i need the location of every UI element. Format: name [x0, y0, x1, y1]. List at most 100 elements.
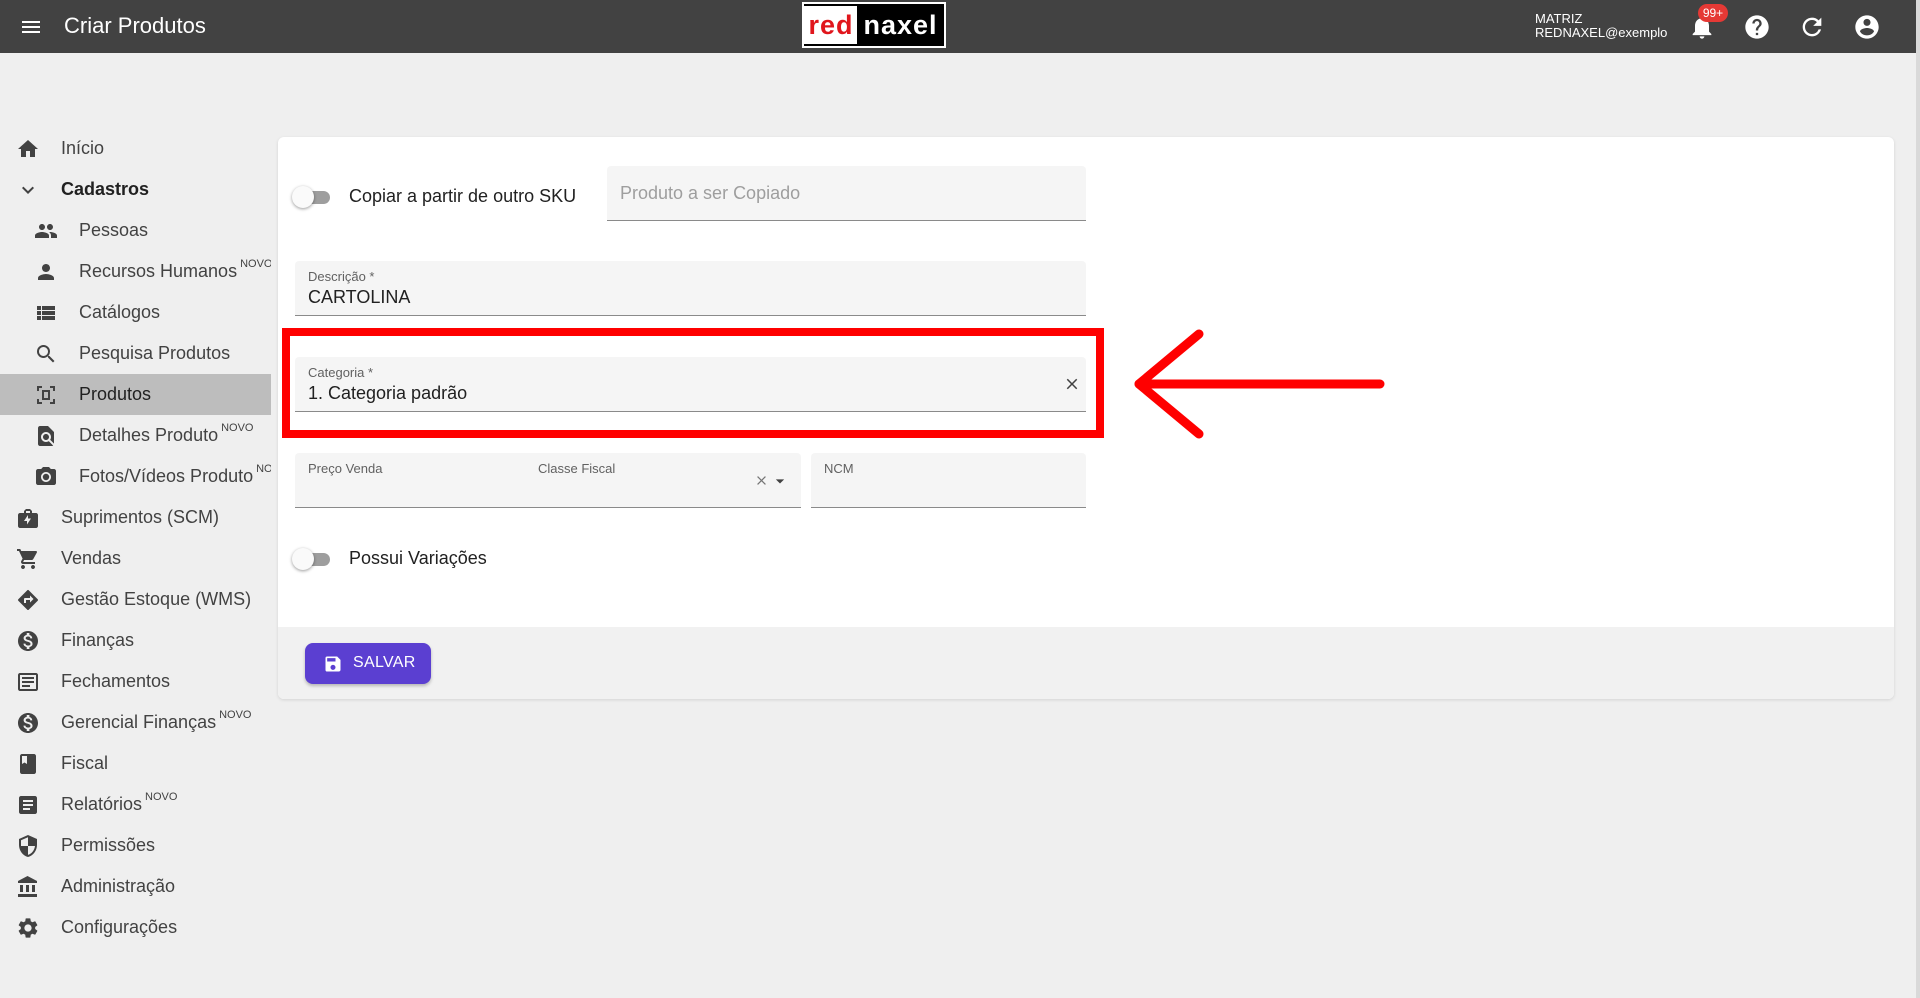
- sidebar-item-produtos[interactable]: Produtos: [0, 374, 271, 415]
- possui-variacoes-label: Possui Variações: [349, 548, 487, 568]
- directions-icon: [18, 589, 39, 610]
- receipt-icon: [18, 673, 38, 691]
- sidebar-item-label: Gestão Estoque (WMS): [61, 589, 252, 609]
- account-icon[interactable]: [1853, 13, 1881, 41]
- gear-icon: [18, 918, 38, 938]
- possui-variacoes-toggle[interactable]: [292, 548, 334, 570]
- camera-icon: [36, 467, 56, 485]
- chevron-down-icon: [22, 186, 34, 194]
- sidebar-item-label: Recursos Humanos: [79, 261, 238, 281]
- clear-icon[interactable]: [754, 473, 769, 488]
- sidebar-item-inicio[interactable]: Início: [0, 128, 271, 169]
- ncm-field[interactable]: NCM: [811, 453, 1086, 508]
- novo-badge: NOVO: [219, 709, 252, 721]
- sidebar-item-label: Fotos/Vídeos Produto: [79, 466, 254, 486]
- classe-fiscal-select[interactable]: Classe Fiscal: [525, 453, 801, 508]
- user-email: REDNAXEL@exemplo: [1535, 25, 1668, 40]
- sidebar-item-label: Gerencial Finanças: [61, 712, 217, 732]
- top-app-bar: Criar Produtos red naxel MATRIZ REDNAXEL…: [0, 0, 1916, 53]
- people-icon: [35, 224, 57, 238]
- descricao-value: CARTOLINA: [308, 287, 411, 307]
- help-icon[interactable]: [1743, 13, 1771, 41]
- menu-icon[interactable]: [18, 15, 44, 39]
- cart-icon: [17, 549, 38, 569]
- copy-product-placeholder: Produto a ser Copiado: [620, 183, 801, 203]
- categoria-value: 1. Categoria padrão: [308, 383, 468, 403]
- sidebar-item-label: Administração: [61, 876, 176, 896]
- refresh-icon[interactable]: [1798, 13, 1826, 41]
- sidebar-item-label: Relatórios: [61, 794, 143, 814]
- sidebar-item-fechamentos[interactable]: Fechamentos: [0, 661, 271, 702]
- toggle-thumb: [292, 548, 314, 570]
- sidebar-item-gerencial-financas[interactable]: Gerencial Finanças NOVO: [0, 702, 271, 743]
- find-in-page-icon: [38, 426, 54, 446]
- product-form-card: Copiar a partir de outro SKU Produto a s…: [278, 137, 1894, 699]
- sidebar-nav: Início Cadastros Pessoas Recursos Humano…: [0, 128, 271, 948]
- sidebar-item-label: Permissões: [61, 835, 156, 855]
- sidebar-item-relatorios[interactable]: Relatórios NOVO: [0, 784, 271, 825]
- sidebar-item-label-wrap: Relatórios NOVO: [61, 791, 177, 815]
- sidebar-item-label: Finanças: [61, 630, 135, 650]
- novo-badge: NOVO: [221, 422, 254, 434]
- categoria-label: Categoria *: [308, 365, 374, 380]
- logo-white-part: naxel: [863, 9, 938, 40]
- novo-badge: NOVO: [256, 463, 271, 475]
- supplies-icon: [18, 509, 38, 528]
- person-icon: [38, 264, 54, 280]
- sidebar-item-label: Início: [61, 138, 105, 158]
- search-icon: [37, 345, 55, 363]
- sidebar-item-fiscal[interactable]: Fiscal: [0, 743, 271, 784]
- sidebar-item-label-wrap: Gerencial Finanças NOVO: [61, 709, 252, 733]
- copy-product-input[interactable]: Produto a ser Copiado: [607, 166, 1086, 221]
- save-button[interactable]: SALVAR: [305, 643, 431, 684]
- shield-icon: [19, 835, 37, 857]
- sidebar-item-pessoas[interactable]: Pessoas: [0, 210, 271, 251]
- sidebar-item-cadastros[interactable]: Cadastros: [0, 169, 271, 210]
- home-icon: [18, 140, 38, 157]
- sidebar-item-detalhes-produto[interactable]: Detalhes Produto NOVO: [0, 415, 271, 456]
- clear-icon[interactable]: [1063, 375, 1081, 393]
- sidebar-item-administracao[interactable]: Administração: [0, 866, 271, 907]
- categoria-field[interactable]: Categoria * 1. Categoria padrão: [295, 357, 1086, 412]
- scrollbar[interactable]: [1916, 0, 1920, 998]
- sidebar-item-label: Catálogos: [79, 302, 161, 322]
- save-label: SALVAR: [353, 654, 416, 671]
- ncm-label: NCM: [824, 461, 854, 476]
- sidebar-item-catalogos[interactable]: Catálogos: [0, 292, 271, 333]
- sidebar-item-permissoes[interactable]: Permissões: [0, 825, 271, 866]
- logo-red-part: red: [804, 6, 858, 44]
- sidebar-item-suprimentos[interactable]: Suprimentos (SCM): [0, 497, 271, 538]
- company-name: MATRIZ: [1535, 11, 1583, 26]
- dollar-icon: [18, 631, 38, 651]
- sidebar-item-label: Fechamentos: [61, 671, 171, 691]
- sidebar-item-label-wrap: Fotos/Vídeos ProdutoNOVO: [79, 463, 271, 487]
- sidebar-item-label: Suprimentos (SCM): [61, 507, 220, 527]
- sidebar-item-financas[interactable]: Finanças: [0, 620, 271, 661]
- novo-badge: NOVO: [240, 258, 271, 270]
- descricao-field[interactable]: Descrição * CARTOLINA: [295, 261, 1086, 316]
- copy-sku-label: Copiar a partir de outro SKU: [349, 186, 577, 206]
- user-info[interactable]: MATRIZ REDNAXEL@exemplo: [1535, 12, 1667, 40]
- notification-badge: 99+: [1698, 4, 1728, 22]
- dropdown-arrow-icon[interactable]: [770, 471, 790, 491]
- sidebar-item-vendas[interactable]: Vendas: [0, 538, 271, 579]
- sidebar-item-pesquisa-produtos[interactable]: Pesquisa Produtos: [0, 333, 271, 374]
- copy-sku-toggle[interactable]: [292, 186, 334, 208]
- sidebar-item-gestao-estoque[interactable]: Gestão Estoque (WMS): [0, 579, 271, 620]
- sidebar-item-label: Configurações: [61, 917, 178, 937]
- sidebar-item-label: Fiscal: [61, 753, 109, 773]
- sidebar-item-label: Detalhes Produto: [79, 425, 219, 445]
- preco-venda-label: Preço Venda: [308, 461, 383, 476]
- dollar-icon: [18, 713, 38, 733]
- sidebar-item-label: Produtos: [79, 384, 152, 404]
- sidebar-item-label: Cadastros: [61, 179, 150, 199]
- rednaxel-logo: red naxel: [802, 2, 946, 48]
- sidebar-item-recursos-humanos[interactable]: Recursos Humanos NOVO: [0, 251, 271, 292]
- descricao-label: Descrição *: [308, 269, 375, 284]
- book-icon: [20, 754, 36, 774]
- list-icon: [37, 306, 55, 320]
- sidebar-item-fotos-videos[interactable]: Fotos/Vídeos ProdutoNOVO: [0, 456, 271, 497]
- save-icon: [325, 656, 341, 672]
- sidebar-item-configuracoes[interactable]: Configurações: [0, 907, 271, 948]
- report-icon: [19, 796, 37, 814]
